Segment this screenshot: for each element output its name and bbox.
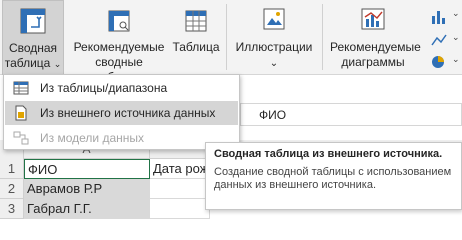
illustrations-button[interactable]: Иллюстрации ⌄ bbox=[232, 0, 316, 75]
illustrations-icon bbox=[263, 8, 285, 30]
recommended-charts-icon bbox=[361, 8, 385, 30]
menu-item-from-external-source[interactable]: Из внешнего источника данных bbox=[5, 101, 238, 125]
illustrations-label: Иллюстрации bbox=[235, 40, 313, 54]
data-model-icon bbox=[13, 131, 29, 145]
rec-charts-label-2: диаграммы bbox=[341, 55, 405, 69]
tooltip: Сводная таблица из внешнего источника. С… bbox=[205, 142, 462, 210]
table-button[interactable]: Таблица bbox=[168, 0, 224, 75]
cell-text: Габрал Г.Г. bbox=[27, 201, 92, 216]
ribbon-separator bbox=[226, 4, 227, 70]
cell-a2[interactable]: Аврамов Р.Р bbox=[24, 179, 150, 199]
pivot-dropdown-menu: Из таблицы/диапазона Из внешнего источни… bbox=[3, 74, 240, 150]
cell-b1[interactable]: Дата рож bbox=[150, 159, 210, 179]
cell-b2[interactable] bbox=[150, 179, 210, 199]
line-chart-icon[interactable] bbox=[430, 32, 448, 48]
recommended-pivot-icon bbox=[108, 10, 130, 32]
chevron-down-icon[interactable]: ⌄ bbox=[452, 32, 460, 43]
menu-item-from-data-model[interactable]: Из модели данных bbox=[5, 126, 238, 150]
row-header[interactable]: 3 bbox=[0, 199, 24, 219]
cell-text: ФИО bbox=[28, 162, 58, 177]
chevron-down-icon[interactable]: ⌄ bbox=[452, 54, 460, 65]
chevron-down-icon: ⌄ bbox=[269, 58, 279, 69]
pivot-table-icon bbox=[20, 8, 46, 34]
chevron-down-icon[interactable]: ⌄ bbox=[452, 8, 460, 19]
row-header[interactable]: 1 bbox=[0, 159, 24, 179]
cell-a1[interactable]: ФИО bbox=[24, 159, 150, 179]
cell-a3[interactable]: Габрал Г.Г. bbox=[24, 199, 150, 219]
table-label: Таблица bbox=[172, 40, 220, 54]
formula-bar[interactable]: ФИО bbox=[240, 103, 462, 126]
external-data-icon bbox=[15, 105, 27, 121]
menu-item-label: Из внешнего источника данных bbox=[40, 106, 216, 120]
tooltip-body: Создание сводной таблицы с использование… bbox=[214, 166, 452, 191]
pivot-table-button[interactable]: Сводная таблица ⌄ bbox=[2, 0, 64, 75]
table-range-icon bbox=[13, 81, 29, 95]
row-header[interactable]: 2 bbox=[0, 179, 24, 199]
ribbon: Сводная таблица ⌄ Рекомендуемые сводные … bbox=[0, 0, 462, 84]
chevron-down-icon: ⌄ bbox=[53, 59, 62, 69]
menu-item-from-table-range[interactable]: Из таблицы/диапазона bbox=[5, 76, 238, 100]
table-icon bbox=[185, 10, 207, 32]
row-number: 2 bbox=[7, 181, 16, 196]
tooltip-title: Сводная таблица из внешнего источника. bbox=[214, 148, 443, 160]
menu-item-label: Из модели данных bbox=[40, 131, 144, 145]
recommended-charts-button[interactable]: Рекомендуемые диаграммы bbox=[330, 0, 421, 75]
recommended-label-1: Рекомендуемые bbox=[73, 40, 165, 54]
pivot-label-1: Сводная bbox=[8, 41, 58, 55]
rec-charts-label-1: Рекомендуемые bbox=[330, 40, 421, 54]
bar-chart-icon[interactable] bbox=[430, 8, 448, 26]
pivot-label-2: таблица bbox=[4, 56, 51, 70]
row-number: 3 bbox=[7, 201, 16, 216]
row-number: 1 bbox=[7, 161, 16, 176]
pie-chart-icon[interactable] bbox=[430, 54, 448, 70]
recommended-pivot-button[interactable]: Рекомендуемые сводные таблицы bbox=[70, 0, 168, 84]
cell-text: Дата рож bbox=[153, 161, 209, 176]
cell-text: Аврамов Р.Р bbox=[27, 181, 103, 196]
ribbon-separator bbox=[322, 4, 323, 70]
menu-item-label: Из таблицы/диапазона bbox=[40, 81, 168, 95]
formula-bar-value: ФИО bbox=[259, 108, 287, 122]
cell-b3[interactable] bbox=[150, 199, 210, 219]
